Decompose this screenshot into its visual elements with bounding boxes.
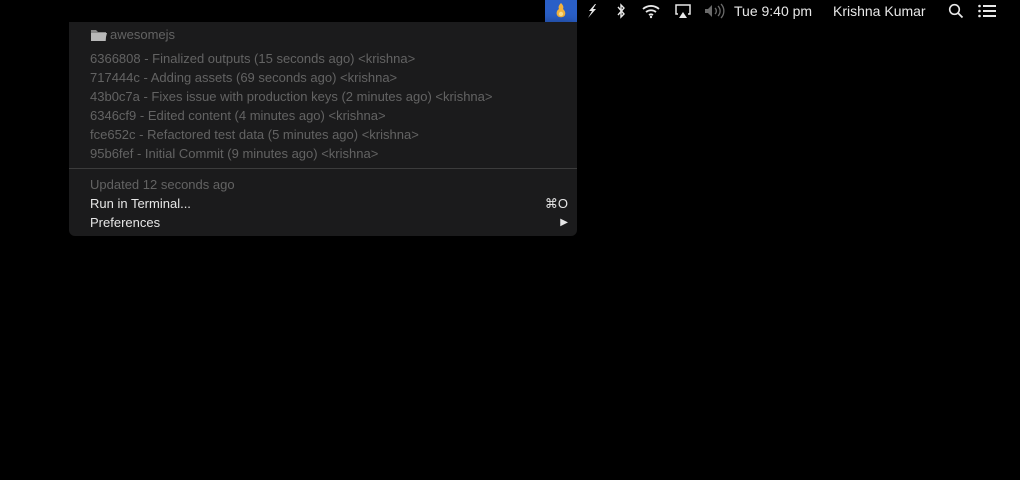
commit-item: 717444c - Adding assets (69 seconds ago)…: [90, 70, 398, 85]
airplay-icon[interactable]: [673, 0, 693, 22]
user-name: Krishna Kumar: [833, 3, 926, 19]
commit-item: 95b6fef - Initial Commit (9 minutes ago)…: [90, 146, 379, 161]
spotlight-icon[interactable]: [946, 0, 966, 22]
notification-center-icon[interactable]: [976, 0, 998, 22]
commit-item: 6346cf9 - Edited content (4 minutes ago)…: [90, 108, 386, 123]
commit-item: 43b0c7a - Fixes issue with production ke…: [90, 89, 493, 104]
app-status-icon[interactable]: [545, 0, 577, 22]
updated-status: Updated 12 seconds ago: [90, 177, 235, 192]
commit-item: 6366808 - Finalized outputs (15 seconds …: [90, 51, 416, 66]
clock-text: Tue 9:40 pm: [734, 3, 813, 19]
folder-icon: [90, 27, 108, 43]
wifi-icon[interactable]: [640, 0, 662, 22]
feather-icon[interactable]: [583, 0, 601, 22]
run-in-terminal-shortcut: ⌘O: [544, 196, 568, 211]
repo-header: awesomejs: [90, 25, 175, 44]
commit-item: fce652c - Refactored test data (5 minute…: [90, 127, 419, 142]
menu-bar: Tue 9:40 pm Krishna Kumar: [0, 0, 1020, 22]
preferences-item[interactable]: Preferences ▶: [69, 213, 577, 232]
status-menu-dropdown: awesomejs 6366808 - Finalized outputs (1…: [69, 22, 577, 236]
submenu-arrow-icon: ▶: [560, 217, 568, 228]
preferences-label: Preferences: [90, 215, 161, 230]
run-in-terminal-item[interactable]: Run in Terminal... ⌘O: [69, 194, 577, 213]
bluetooth-icon[interactable]: [613, 0, 629, 22]
user-menu[interactable]: Krishna Kumar: [833, 0, 939, 22]
volume-icon[interactable]: [702, 0, 726, 22]
menu-bar-clock[interactable]: Tue 9:40 pm: [734, 0, 828, 22]
repo-name: awesomejs: [110, 27, 176, 42]
run-in-terminal-label: Run in Terminal...: [90, 196, 191, 211]
menu-separator: [69, 168, 577, 169]
